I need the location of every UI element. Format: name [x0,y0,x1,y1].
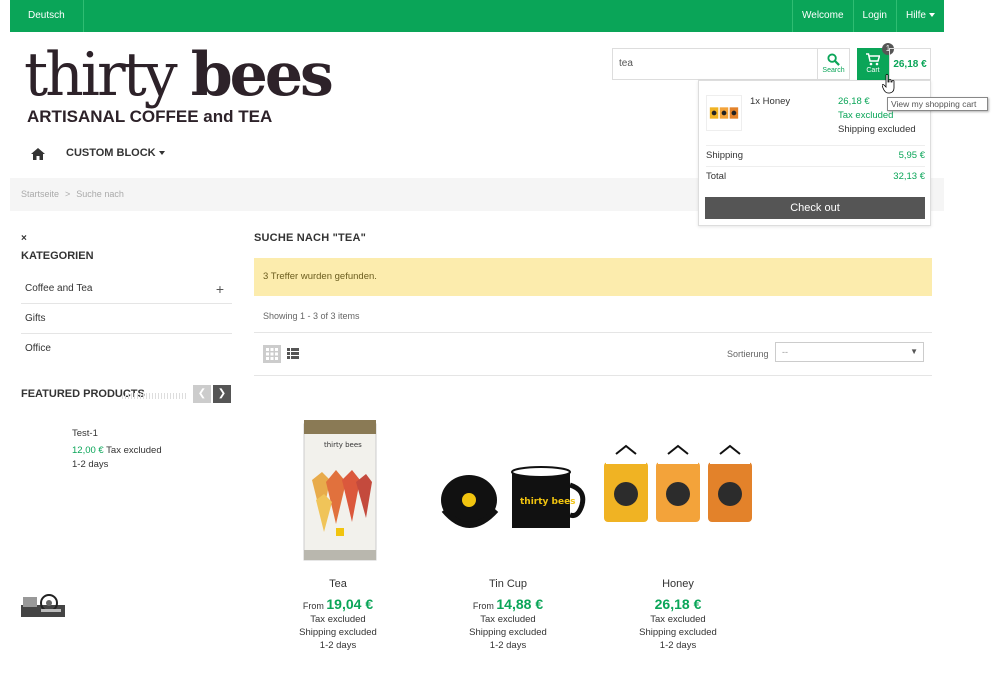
help-menu[interactable]: Hilfe [895,0,944,32]
search-button-label: Search [822,67,845,74]
cart-total-label: Total [706,171,727,182]
cart-item-shipping-note: Shipping excluded [838,124,916,135]
close-icon[interactable]: × [21,233,27,244]
product-shipping: Shipping excluded [469,627,547,638]
cart-item-price: 26,18 € [838,96,870,107]
hand-cursor-icon [882,74,895,94]
carousel-prev-button[interactable]: ❮ [193,385,211,403]
cart-shipping-label: Shipping [706,150,743,161]
featured-product-price: 12,00 € Tax excluded [72,445,162,456]
home-icon[interactable] [31,148,45,160]
chevron-down-icon [929,13,935,18]
sort-label: Sortierung [727,349,769,359]
search-button[interactable]: Search [818,48,850,80]
cart-item-image[interactable] [706,95,742,131]
nav-custom-block-label: CUSTOM BLOCK [66,147,156,159]
product-image-tea[interactable]: thirty bees [254,410,422,565]
product-delivery: 1-2 days [489,640,527,651]
cart-shipping-value: 5,95 € [898,150,925,161]
featured-divider [122,393,188,399]
search-input[interactable]: tea [612,48,818,80]
product-card-tin-cup[interactable]: thirty bees Tin Cup From 14,88 € Tax exc… [424,410,592,651]
cart-item-tax: Tax excluded [838,110,894,121]
login-link[interactable]: Login [852,0,896,32]
showing-count: Showing 1 - 3 of 3 items [254,296,932,333]
checkout-button[interactable]: Check out [705,197,925,219]
logo-text-bold: bees [190,40,334,110]
product-shipping: Shipping excluded [299,627,377,638]
language-selector[interactable]: Deutsch [10,0,84,32]
grid-view-icon[interactable] [263,345,281,363]
category-label: Office [25,343,51,354]
cart-shipping-row: Shipping 5,95 € [706,145,925,165]
product-price-value: 26,18 € [654,596,702,612]
featured-product-delivery: 1-2 days [72,459,109,470]
divider [254,375,932,376]
product-tax: Tax excluded [650,614,706,625]
featured-price-tax: Tax excluded [103,445,162,456]
product-price-value: 19,04 € [326,596,374,612]
help-label: Hilfe [905,10,926,21]
product-price-from: From [302,601,327,611]
cart-item-name[interactable]: 1x Honey [750,96,790,107]
cart-button-label: Cart [866,67,880,74]
breadcrumb-home[interactable]: Startseite [21,189,59,199]
product-delivery: 1-2 days [319,640,357,651]
sidebar-banner-image[interactable] [21,591,65,617]
featured-product-name[interactable]: Test-1 [72,428,98,439]
product-name[interactable]: Honey [594,578,762,590]
search-icon [827,53,840,66]
product-price-value: 14,88 € [496,596,544,612]
product-price: 26,18 € [594,596,762,612]
list-view-icon[interactable] [287,348,299,359]
category-item-coffee-and-tea[interactable]: Coffee and Tea + [21,274,232,304]
nav-custom-block[interactable]: CUSTOM BLOCK [66,147,165,159]
product-price: From 19,04 € [254,596,422,612]
category-label: Coffee and Tea [25,283,93,294]
cart-total-row: Total 32,13 € [706,166,925,186]
expand-icon[interactable]: + [216,274,224,304]
product-name[interactable]: Tea [254,578,422,590]
top-bar-right: Welcome Login Hilfe [792,0,944,32]
chevron-down-icon [158,151,165,156]
top-bar: Deutsch Welcome Login Hilfe [10,0,944,32]
product-tax: Tax excluded [310,614,366,625]
cart-icon [866,53,880,66]
product-shipping: Shipping excluded [639,627,717,638]
category-label: Gifts [25,313,46,324]
product-image-honey[interactable] [594,410,762,565]
welcome-link[interactable]: Welcome [792,0,853,32]
category-list: Coffee and Tea + Gifts Office [21,274,232,364]
featured-price-value: 12,00 € [72,445,104,456]
product-card-honey[interactable]: Honey 26,18 € Tax excluded Shipping excl… [594,410,762,651]
breadcrumb-current: Suche nach [76,189,124,199]
product-tax: Tax excluded [480,614,536,625]
chevron-down-icon: ▼ [910,347,918,356]
svg-text:thirty bees: thirty bees [324,441,362,449]
svg-text:thirty bees: thirty bees [520,497,576,507]
product-card-tea[interactable]: thirty bees Tea From 19,04 € Tax exclude… [254,410,422,651]
product-name[interactable]: Tin Cup [424,578,592,590]
categories-title: KATEGORIEN [21,250,94,262]
logo-tagline: ARTISANAL COFFEE and TEA [27,107,273,126]
logo[interactable]: thirty bees [24,40,334,110]
sort-select[interactable]: -- ▼ [775,342,924,362]
product-price-from: From [472,601,497,611]
cart-total-value: 32,13 € [893,171,925,182]
category-item-office[interactable]: Office [21,334,232,364]
grid-glyph [266,348,278,360]
cart-tooltip: View my shopping cart [887,97,988,111]
logo-text-thin: thirty [24,40,191,110]
category-item-gifts[interactable]: Gifts [21,304,232,334]
product-image-tin-cup[interactable]: thirty bees [424,410,592,565]
results-alert: 3 Treffer wurden gefunden. [254,258,932,296]
breadcrumb-separator: > [65,189,71,199]
sort-value: -- [782,347,788,357]
page-title: SUCHE NACH "TEA" [254,232,367,244]
product-price: From 14,88 € [424,596,592,612]
carousel-next-button[interactable]: ❯ [213,385,231,403]
product-delivery: 1-2 days [659,640,697,651]
